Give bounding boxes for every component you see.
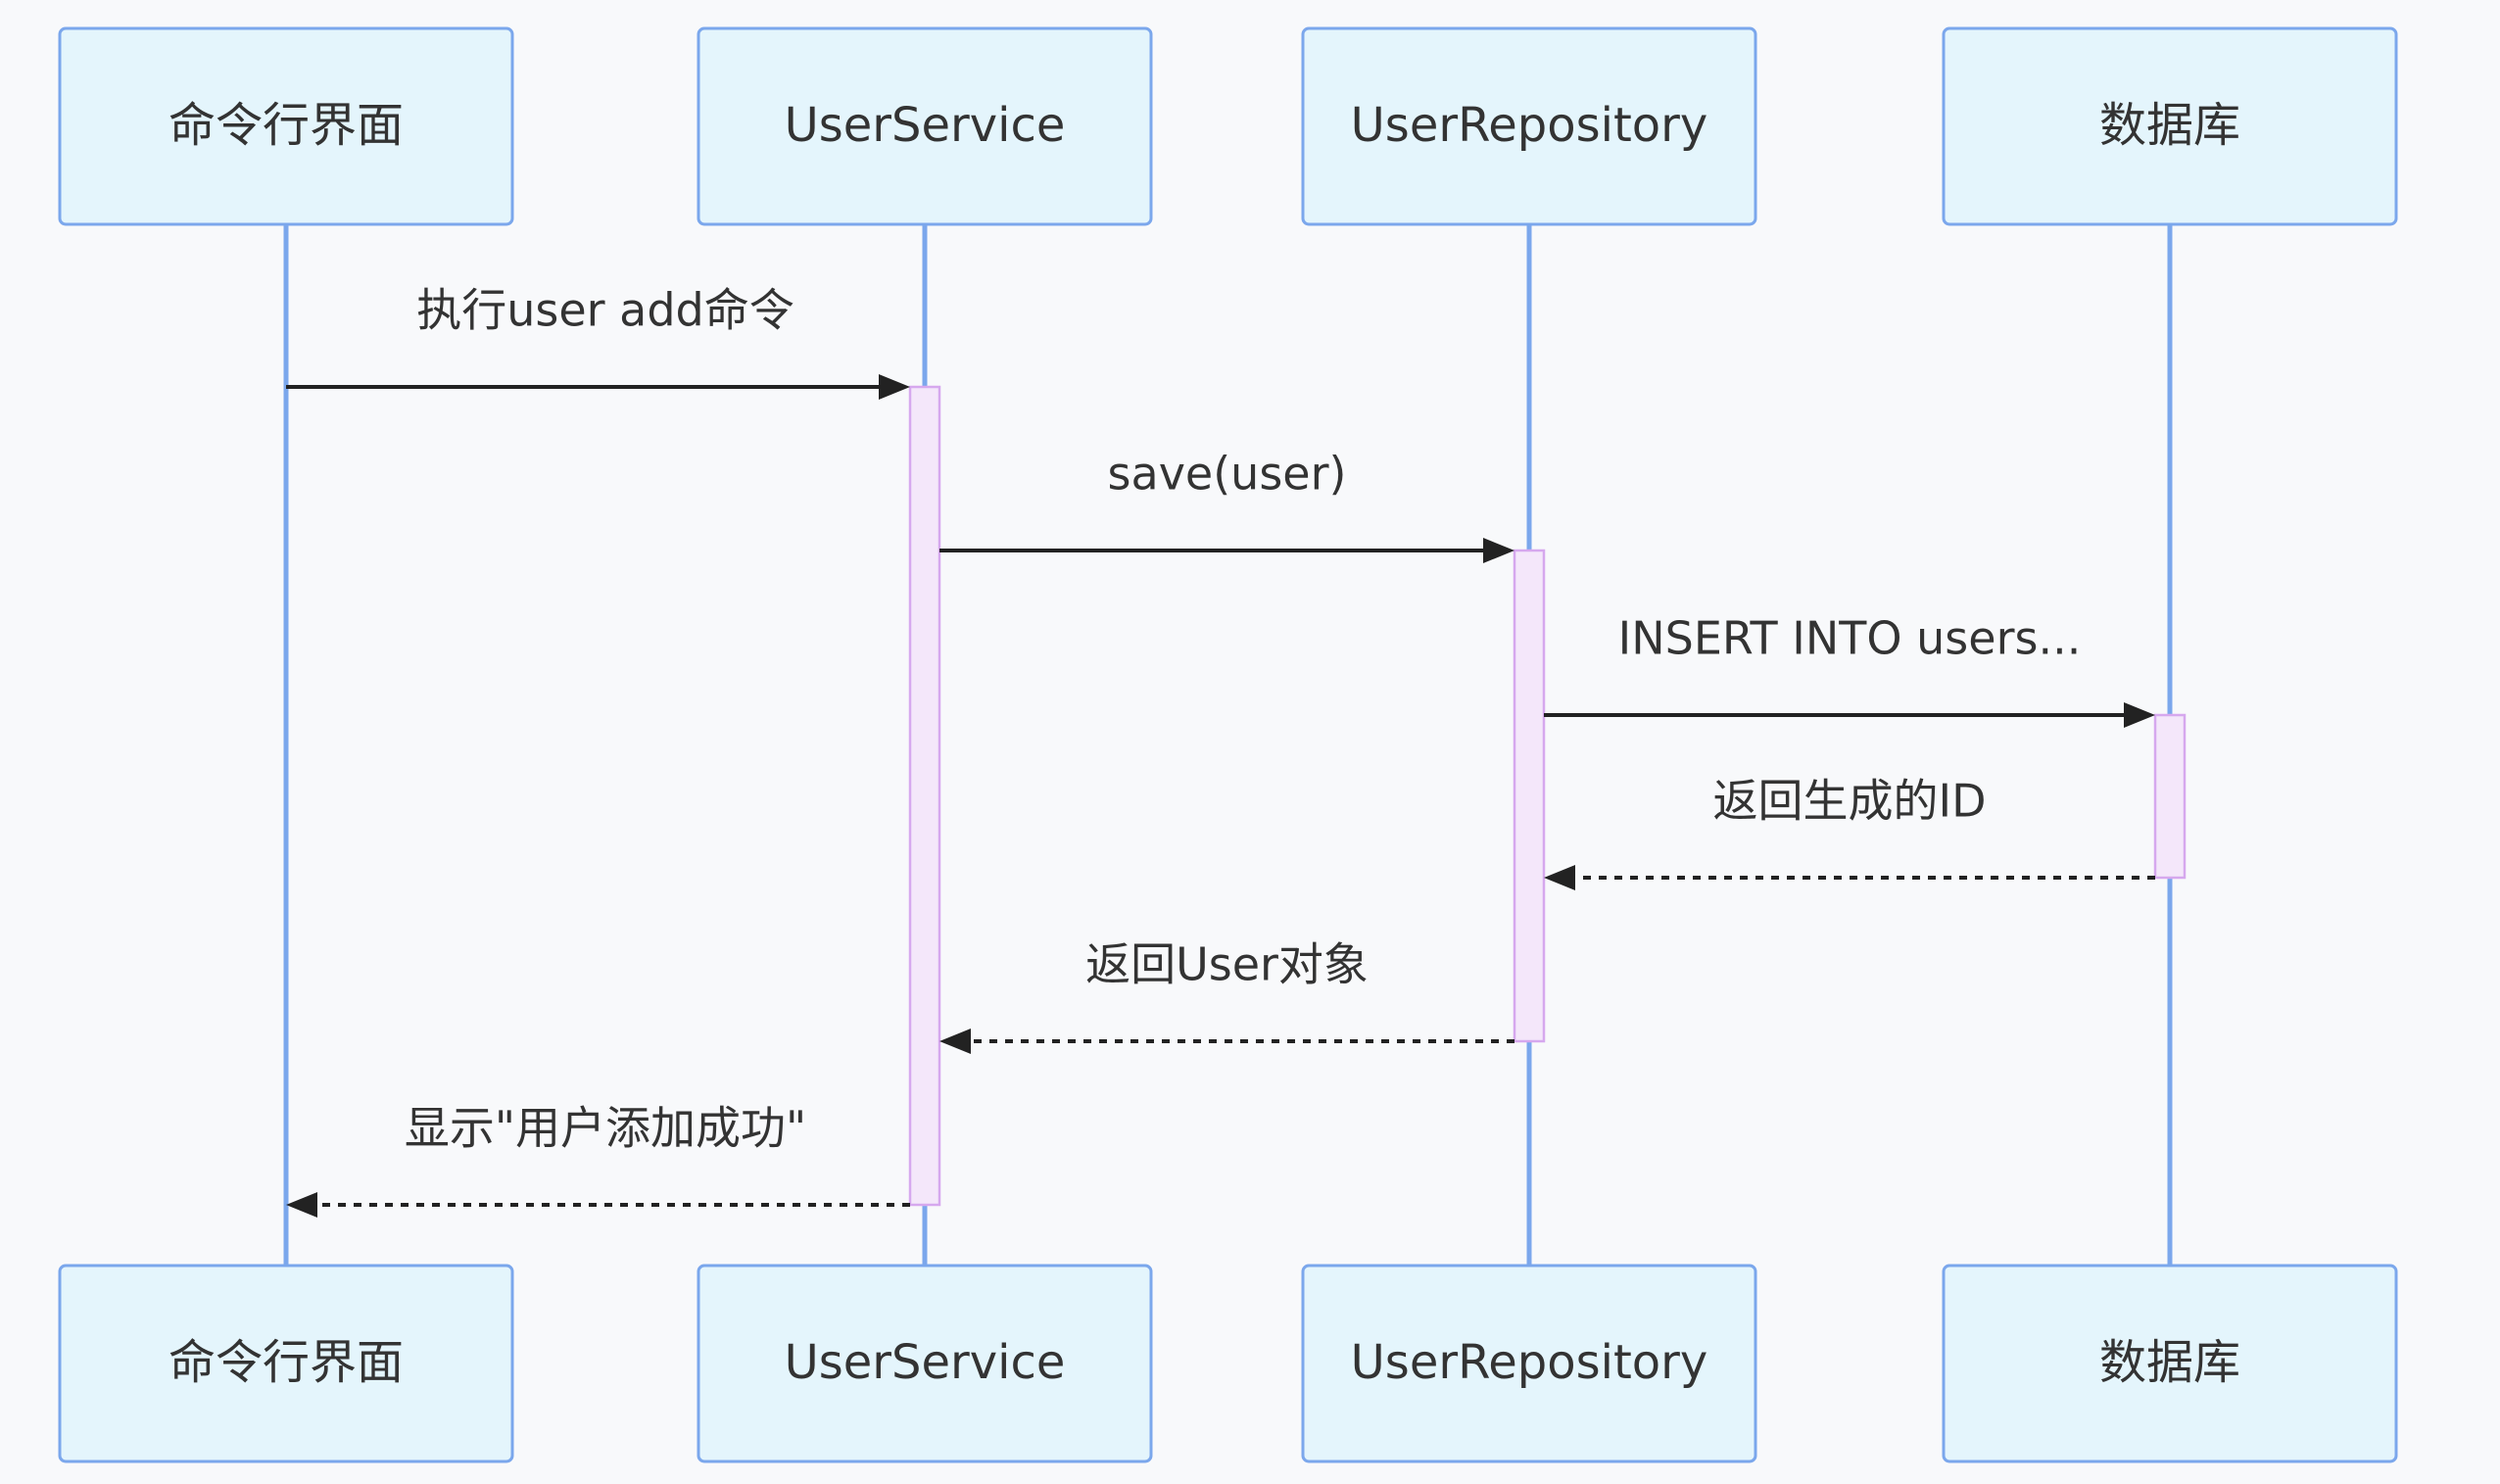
activation-bar-repo (1513, 549, 1546, 1043)
participant-db-bottom: 数据库 (1942, 1264, 2398, 1463)
message-4: 返回生成的ID (1544, 775, 2155, 890)
participant-label: 数据库 (2099, 98, 2240, 153)
message-6: 显示"用户添加成功" (286, 1102, 910, 1218)
participant-label: UserRepository (1351, 98, 1708, 153)
message-label: 返回生成的ID (1713, 775, 1987, 828)
participant-label: UserService (785, 98, 1066, 153)
participant-label: 命令行界面 (168, 98, 404, 153)
arrowhead-icon (1483, 538, 1514, 563)
message-5: 返回User对象 (939, 938, 1514, 1054)
message-label: 执行user add命令 (416, 284, 794, 337)
sequence-diagram: 执行user add命令 save(user) INSERT INTO users.… (58, 26, 2398, 1463)
participant-cli-top: 命令行界面 (58, 26, 514, 226)
participant-db-top: 数据库 (1942, 26, 2398, 226)
activation-bar-db (2153, 713, 2187, 880)
participant-label: 命令行界面 (168, 1335, 404, 1390)
arrowhead-icon (879, 374, 910, 400)
participant-cli-bottom: 命令行界面 (58, 1264, 514, 1463)
activation-bars (908, 385, 2187, 1207)
arrowhead-icon (1544, 865, 1575, 890)
participant-label: UserService (785, 1335, 1066, 1390)
arrowhead-icon (286, 1192, 317, 1218)
message-label: 显示"用户添加成功" (405, 1102, 806, 1155)
message-label: INSERT INTO users... (1618, 612, 2082, 665)
arrowhead-icon (939, 1029, 971, 1054)
arrowhead-icon (2124, 702, 2155, 728)
participants: 命令行界面命令行界面UserServiceUserServiceUserRepo… (58, 26, 2398, 1463)
message-1: 执行user add命令 (286, 284, 910, 400)
participant-repo-top: UserRepository (1301, 26, 1757, 226)
activation-bar-svc (908, 385, 941, 1207)
participant-repo-bottom: UserRepository (1301, 1264, 1757, 1463)
messages: 执行user add命令 save(user) INSERT INTO users.… (286, 284, 2155, 1218)
participant-label: UserRepository (1351, 1335, 1708, 1390)
participant-svc-top: UserService (697, 26, 1153, 226)
message-2: save(user) (939, 448, 1514, 563)
message-label: 返回User对象 (1085, 938, 1369, 991)
message-label: save(user) (1108, 448, 1347, 501)
message-3: INSERT INTO users... (1544, 612, 2155, 728)
participant-label: 数据库 (2099, 1335, 2240, 1390)
participant-svc-bottom: UserService (697, 1264, 1153, 1463)
